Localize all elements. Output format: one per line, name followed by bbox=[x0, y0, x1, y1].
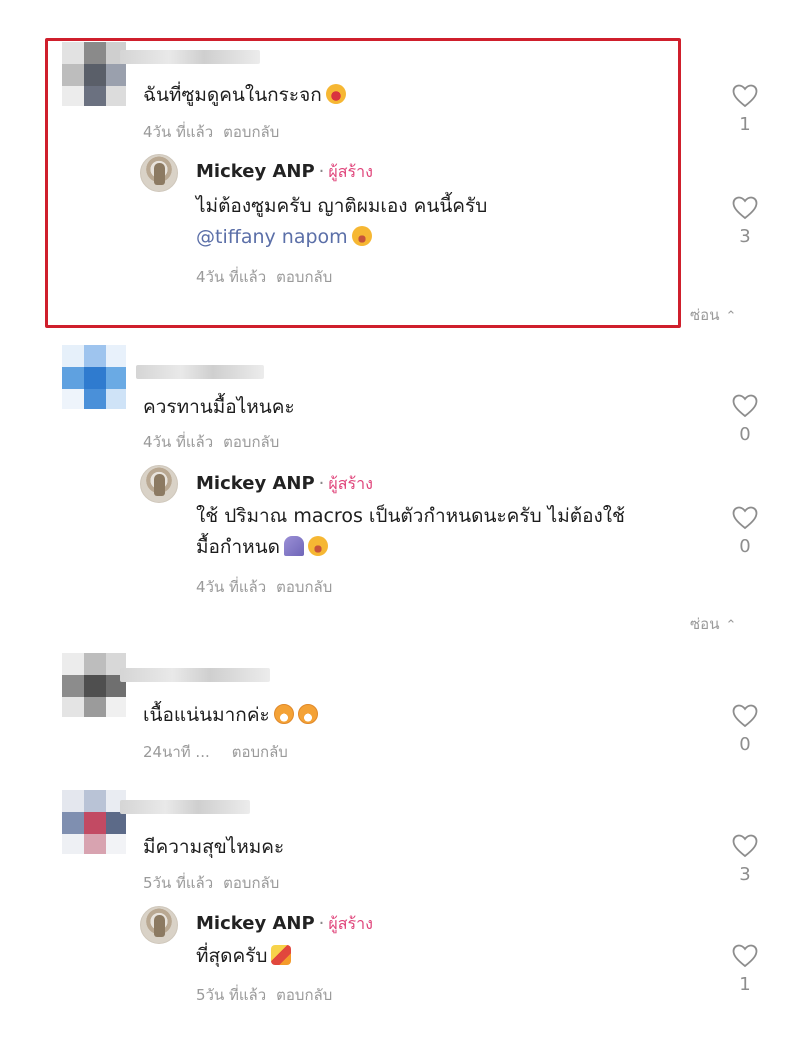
praying-hands-emoji-icon bbox=[283, 536, 304, 556]
like-button[interactable]: 1 bbox=[725, 944, 765, 995]
like-button[interactable]: 3 bbox=[725, 834, 765, 885]
reply-text: ใช้ ปริมาณ macros เป็นตัวกำหนดนะครับ ไม่… bbox=[196, 505, 625, 558]
reply-meta: 4วัน ที่แล้ว ตอบกลับ bbox=[196, 268, 333, 286]
reply-link[interactable]: ตอบกลับ bbox=[223, 123, 279, 141]
username-blurred[interactable] bbox=[120, 50, 260, 64]
like-button[interactable]: 1 bbox=[725, 84, 765, 135]
smiling-emoji-icon bbox=[351, 226, 372, 246]
grinning-squint-emoji-icon bbox=[273, 704, 294, 724]
grinning-emoji-icon bbox=[325, 84, 346, 104]
comment-meta: 4วัน ที่แล้ว ตอบกลับ bbox=[143, 123, 280, 141]
heart-outline-icon bbox=[732, 84, 758, 108]
like-count: 1 bbox=[739, 114, 751, 135]
hide-replies-button[interactable]: ซ่อน ⌃ bbox=[690, 303, 736, 327]
creator-badge: ผู้สร้าง bbox=[328, 914, 373, 933]
avatar[interactable] bbox=[62, 790, 126, 854]
reply-author[interactable]: Mickey ANP · ผู้สร้าง bbox=[196, 912, 373, 937]
creator-avatar[interactable] bbox=[140, 154, 178, 192]
heart-outline-icon bbox=[732, 506, 758, 530]
like-button[interactable]: 0 bbox=[725, 506, 765, 557]
comment-text: ฉันที่ซูมดูคนในกระจก bbox=[143, 80, 346, 110]
creator-badge: ผู้สร้าง bbox=[328, 162, 373, 181]
comment-meta: 5วัน ที่แล้ว ตอบกลับ bbox=[143, 874, 280, 892]
heart-outline-icon bbox=[732, 944, 758, 968]
reply-text: ที่สุดครับ bbox=[196, 941, 292, 972]
grinning-squint-emoji-icon bbox=[297, 704, 318, 724]
reply-meta: 4วัน ที่แล้ว ตอบกลับ bbox=[196, 578, 333, 596]
comment-meta: 4วัน ที่แล้ว ตอบกลับ bbox=[143, 433, 280, 451]
username-blurred[interactable] bbox=[120, 800, 250, 814]
reply-link[interactable]: ตอบกลับ bbox=[276, 986, 332, 1004]
separator-dot: · bbox=[318, 913, 325, 934]
like-count: 0 bbox=[739, 424, 751, 445]
comment-meta: 24นาที ... ตอบกลับ bbox=[143, 743, 288, 761]
creator-badge: ผู้สร้าง bbox=[328, 474, 373, 493]
heart-outline-icon bbox=[732, 704, 758, 728]
separator-dot: · bbox=[318, 473, 325, 494]
reply-text: ไม่ต้องซูมครับ ญาติผมเอง คนนี้ครับ @tiff… bbox=[196, 195, 488, 248]
reply-link[interactable]: ตอบกลับ bbox=[276, 578, 332, 596]
reply-link[interactable]: ตอบกลับ bbox=[223, 433, 279, 451]
like-button[interactable]: 0 bbox=[725, 704, 765, 755]
reply-meta: 5วัน ที่แล้ว ตอบกลับ bbox=[196, 986, 333, 1004]
like-count: 3 bbox=[739, 864, 751, 885]
avatar[interactable] bbox=[62, 653, 126, 717]
avatar[interactable] bbox=[62, 345, 126, 409]
like-count: 0 bbox=[739, 536, 751, 557]
heart-outline-icon bbox=[732, 196, 758, 220]
reply-link[interactable]: ตอบกลับ bbox=[232, 743, 288, 761]
chevron-up-icon: ⌃ bbox=[725, 618, 737, 633]
like-count: 1 bbox=[739, 974, 751, 995]
comment-text: ควรทานมื้อไหนคะ bbox=[143, 396, 295, 418]
avatar[interactable] bbox=[62, 42, 126, 106]
like-count: 3 bbox=[739, 226, 751, 247]
hide-replies-button[interactable]: ซ่อน ⌃ bbox=[690, 612, 736, 636]
creator-avatar[interactable] bbox=[140, 465, 178, 503]
chevron-up-icon: ⌃ bbox=[725, 309, 737, 324]
comment-text: เนื้อแน่นมากค่ะ bbox=[143, 700, 318, 730]
reply-author[interactable]: Mickey ANP · ผู้สร้าง bbox=[196, 160, 373, 185]
comment-text: มีความสุขไหมคะ bbox=[143, 836, 285, 858]
heart-outline-icon bbox=[732, 834, 758, 858]
party-emoji-icon bbox=[271, 945, 292, 965]
reply-link[interactable]: ตอบกลับ bbox=[276, 268, 332, 286]
like-button[interactable]: 0 bbox=[725, 394, 765, 445]
reply-link[interactable]: ตอบกลับ bbox=[223, 874, 279, 892]
reply-author[interactable]: Mickey ANP · ผู้สร้าง bbox=[196, 472, 373, 497]
username-blurred[interactable] bbox=[136, 365, 264, 379]
creator-avatar[interactable] bbox=[140, 906, 178, 944]
smiling-emoji-icon bbox=[307, 536, 328, 556]
mention-link[interactable]: @tiffany napom bbox=[196, 226, 348, 248]
heart-outline-icon bbox=[732, 394, 758, 418]
like-count: 0 bbox=[739, 734, 751, 755]
separator-dot: · bbox=[318, 161, 325, 182]
username-blurred[interactable] bbox=[120, 668, 270, 682]
like-button[interactable]: 3 bbox=[725, 196, 765, 247]
